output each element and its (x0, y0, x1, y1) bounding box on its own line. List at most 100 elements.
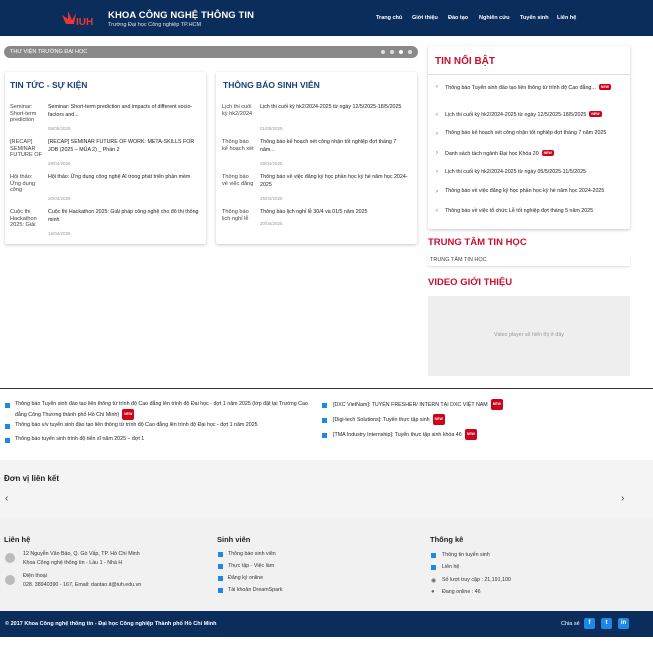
contact-phone-label: Điện thoại (23, 573, 47, 579)
slider-dot-active[interactable] (399, 50, 403, 54)
notice-item-date: 28/04/2025 (260, 161, 283, 166)
notice-thumbnail[interactable]: Thông báo lịch nghỉ lễ (222, 209, 254, 235)
visit-count: Số lượt truy cập : 21,191,100 (442, 577, 511, 583)
ticker-item[interactable]: Thông báo tuyển sinh trình độ tiến sĩ nă… (15, 435, 315, 444)
footer-link[interactable]: Thông tin tuyển sinh (442, 552, 490, 558)
play-icon (218, 576, 223, 581)
new-badge: NEW (432, 414, 445, 425)
video-player[interactable]: Video player sẽ hiển thị ở đây (428, 296, 630, 376)
notice-item-title[interactable]: Lịch thi cuối kỳ hk2/2024-2025 từ ngày 1… (260, 103, 412, 119)
nav-training[interactable]: Đào tạo (448, 15, 468, 21)
slider-dot[interactable] (381, 50, 385, 54)
notices-title: THÔNG BÁO SINH VIÊN (223, 80, 320, 90)
iuh-logo-icon[interactable]: IUH (58, 8, 102, 30)
play-icon (322, 433, 327, 438)
news-item-title[interactable]: Cuộc thi Hackathon 2025: Giải pháp công … (48, 208, 201, 224)
contact-department: Khoa Công nghệ thông tin - Lầu 1 - Nhà H (23, 560, 123, 566)
image-slider[interactable]: THƯ VIỆN TRƯỜNG ĐẠI HỌC (4, 46, 418, 58)
ticker-item[interactable]: Thông báo Tuyển sinh đào tạo liên thông … (15, 400, 315, 420)
footer-link[interactable]: Tài khoản DreamSpark (228, 587, 282, 593)
new-badge: NEW (464, 429, 477, 440)
facebook-icon[interactable]: f (584, 618, 595, 629)
user-icon: ● (431, 589, 435, 595)
center-image-alt: TRUNG TÂM TIN HỌC (430, 257, 487, 263)
nav-home[interactable]: Trang chủ (376, 15, 402, 21)
chevron-right-icon: › (436, 150, 438, 156)
news-item-title[interactable]: Seminar: Short-term prediction and impac… (48, 103, 201, 119)
chevron-right-icon: › (436, 169, 438, 175)
chevron-right-icon[interactable]: › (621, 493, 624, 504)
video-placeholder: Video player sẽ hiển thị ở đây (494, 332, 564, 338)
news-title: TIN TỨC - SỰ KIỆN (10, 80, 88, 90)
eye-icon: ◉ (431, 578, 437, 584)
twitter-icon[interactable]: t (601, 618, 612, 629)
slider-dot[interactable] (390, 50, 394, 54)
notice-item-title[interactable]: Thông báo về việc đăng ký học phần học k… (260, 173, 412, 189)
news-thumbnail[interactable]: [RECAP] SEMINAR FUTURE OF (10, 139, 42, 165)
slider-caption: THƯ VIỆN TRƯỜNG ĐẠI HỌC (10, 49, 88, 55)
location-icon (5, 553, 15, 563)
footer-link[interactable]: Thông báo sinh viên (228, 551, 276, 557)
play-icon (5, 438, 10, 443)
play-icon (218, 564, 223, 569)
chevron-left-icon[interactable]: ‹ (5, 493, 8, 504)
news-item-date: 28/04/2025 (48, 161, 71, 166)
play-icon (5, 424, 10, 429)
notice-thumbnail[interactable]: Lịch thi cuối kỳ hk2/2024 (222, 104, 254, 130)
partners-title: Đơn vị liên kết (4, 474, 60, 483)
svg-text:IUH: IUH (76, 17, 93, 28)
news-item-title[interactable]: [RECAP] SEMINAR FUTURE OF WORK: META-SKI… (48, 138, 201, 154)
ticker-item[interactable]: Thông báo v/v tuyển sinh đào tạo liên th… (15, 421, 315, 430)
highlight-item[interactable]: Thông báo về việc tổ chức Lễ tốt nghiệp … (445, 208, 593, 214)
share-label: Chia sẻ (561, 621, 580, 627)
chevron-right-icon: › (436, 84, 438, 90)
footer-link[interactable]: Đăng ký online (228, 575, 263, 581)
play-icon (322, 418, 327, 423)
notice-item-date: 25/04/2025 (260, 196, 283, 201)
notice-thumbnail[interactable]: Thông báo về việc đăng (222, 174, 254, 200)
linkedin-icon[interactable]: in (618, 618, 629, 629)
phone-icon (5, 575, 15, 585)
highlight-item[interactable]: Thông báo về việc đăng ký học phần học k… (445, 188, 604, 194)
nav-admissions[interactable]: Tuyển sinh (520, 15, 549, 21)
highlight-item[interactable]: Danh sách tách ngành Đại học Khóa 20 NEW (445, 150, 554, 157)
site-title: KHOA CÔNG NGHỆ THÔNG TIN (108, 10, 255, 21)
highlight-item[interactable]: Thông báo kế hoạch xét công nhận tốt ngh… (445, 130, 606, 136)
news-thumbnail[interactable]: Seminar: Short-term prediction (10, 104, 42, 130)
notice-thumbnail[interactable]: Thông báo kế hoạch xét (222, 139, 254, 165)
news-item-title[interactable]: Hội thảo: Ứng dụng công nghệ AI trong ph… (48, 173, 201, 189)
chevron-right-icon: › (436, 112, 438, 118)
ticker-item[interactable]: [DXC VietNam]: TUYỂN FRESHER/ INTERN TẠI… (333, 399, 633, 410)
news-thumbnail[interactable]: Hội thảo: Ứng dụng công (10, 174, 42, 200)
news-item-date: 20/04/2025 (48, 196, 71, 201)
footer-link[interactable]: Thực tập - Việc làm (228, 563, 274, 569)
footer-link[interactable]: Liên hệ (442, 564, 459, 570)
footer-contact-title: Liên hệ (4, 535, 31, 544)
news-item-date: 05/05/2025 (48, 126, 71, 131)
notice-item-title[interactable]: Thông báo kế hoạch xét công nhận tốt ngh… (260, 138, 412, 154)
contact-phone[interactable]: 028. 38940390 - 167, Email: daotao.it@iu… (23, 582, 141, 588)
highlight-item[interactable]: Lịch thi cuối kỳ hk2/2024-2025 từ ngày 1… (445, 111, 602, 118)
new-badge: NEW (490, 399, 503, 410)
highlight-item[interactable]: Thông báo Tuyển sinh đào tạo liên thông … (445, 84, 611, 91)
slider-dot[interactable] (408, 50, 412, 54)
notice-item-date: 20/04/2025 (260, 221, 283, 226)
nav-research[interactable]: Nghiên cứu (479, 15, 510, 21)
news-thumbnail[interactable]: Cuộc thi Hackathon 2025: Giải (10, 209, 42, 235)
ticker-item[interactable]: [Digi-tech Solutions]: Tuyển thực tập si… (333, 414, 633, 425)
center-title: TRUNG TÂM TIN HỌC (428, 237, 527, 248)
news-item-date: 15/04/2025 (48, 231, 71, 236)
section-divider (0, 388, 653, 389)
highlight-item[interactable]: Lịch thi cuối kỳ hk2/2024-2025 từ ngày 0… (445, 169, 586, 175)
nav-contact[interactable]: Liên hệ (557, 15, 576, 21)
divider (428, 74, 630, 75)
nav-about[interactable]: Giới thiệu (412, 15, 438, 21)
chevron-right-icon: › (436, 131, 438, 137)
online-count: Đang online : 46 (442, 589, 481, 595)
center-banner[interactable]: TRUNG TÂM TIN HỌC (428, 255, 630, 266)
chevron-right-icon: › (436, 189, 438, 195)
new-badge: NEW (589, 111, 602, 117)
ticker-item[interactable]: [TMA Industry Internship]: Tuyển thực tậ… (333, 429, 633, 440)
partners-section (0, 460, 653, 518)
play-icon (218, 588, 223, 593)
